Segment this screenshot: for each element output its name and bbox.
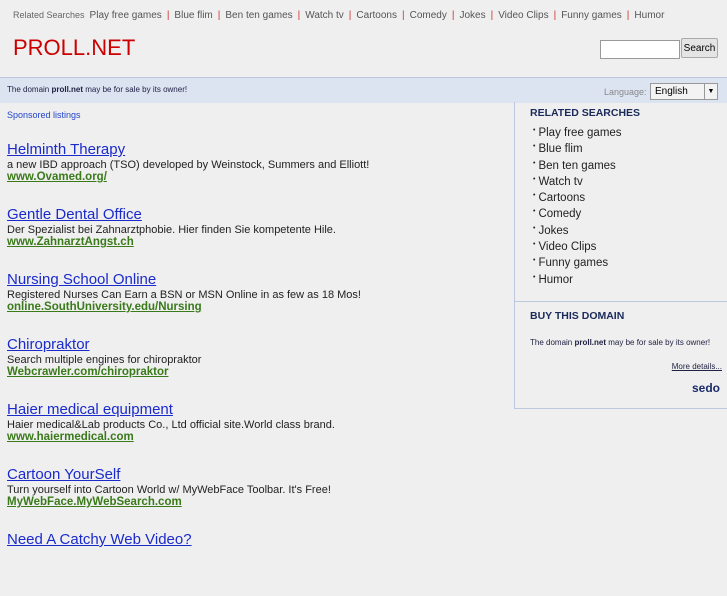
ad-title[interactable]: Helminth Therapy: [7, 141, 369, 158]
separator: |: [451, 10, 455, 21]
ad-url[interactable]: www.haiermedical.com: [7, 431, 369, 443]
related-link[interactable]: Play free games: [533, 127, 621, 143]
ad-item: Cartoon YourSelf Turn yourself into Carto…: [7, 466, 369, 531]
sponsored-label[interactable]: Sponsored listings: [7, 110, 81, 120]
sedo-logo[interactable]: sedo: [692, 381, 720, 395]
chevron-down-icon: ▼: [704, 84, 717, 99]
separator: |: [348, 10, 352, 21]
site-logo[interactable]: PROLL.NET: [13, 35, 135, 61]
top-related-nav: Related Searches Play free games | Blue fli…: [13, 10, 664, 21]
separator: |: [166, 10, 170, 21]
ad-title[interactable]: Gentle Dental Office: [7, 206, 369, 223]
ad-url[interactable]: www.Ovamed.org/: [7, 171, 369, 183]
domain-name: proll.net: [574, 338, 607, 347]
ad-title[interactable]: Haier medical equipment: [7, 401, 369, 418]
top-nav-link[interactable]: Comedy: [410, 10, 447, 21]
ad-title[interactable]: Cartoon YourSelf: [7, 466, 369, 483]
ad-item: Nursing School Online Registered Nurses C…: [7, 271, 369, 336]
ad-description: a new IBD approach (TSO) developed by We…: [7, 159, 370, 171]
ad-url[interactable]: www.ZahnarztAngst.ch: [7, 236, 369, 248]
separator: |: [626, 10, 630, 21]
text: The domain: [7, 85, 52, 94]
ad-list: Helminth Therapy a new IBD approach (TSO)…: [7, 141, 369, 596]
related-list: Play free gamesBlue flimBen ten gamesWat…: [533, 127, 622, 290]
related-link[interactable]: Ben ten games: [533, 160, 622, 176]
language-label: Language:: [604, 87, 647, 97]
ad-description: Search multiple engines for chiropraktor: [7, 354, 202, 366]
text: The domain: [530, 338, 575, 347]
ad-title[interactable]: Need A Catchy Web Video?: [7, 531, 369, 548]
related-link[interactable]: Comedy: [533, 208, 622, 224]
language-select[interactable]: English ▼: [650, 83, 718, 100]
related-link[interactable]: Humor: [533, 274, 622, 290]
top-nav-link[interactable]: Watch tv: [305, 10, 344, 21]
separator: |: [553, 10, 557, 21]
ad-description: Haier medical&Lab products Co., Ltd offi…: [7, 419, 335, 431]
domain-name: proll.net: [51, 85, 84, 94]
top-nav-link[interactable]: Jokes: [459, 10, 485, 21]
related-link[interactable]: Watch tv: [533, 176, 622, 192]
separator: |: [217, 10, 221, 21]
ad-title[interactable]: Chiropraktor: [7, 336, 369, 353]
top-nav-link[interactable]: Blue flim: [174, 10, 212, 21]
ad-url[interactable]: MyWebFace.MyWebSearch.com: [7, 496, 369, 508]
search-input[interactable]: [600, 40, 680, 59]
top-nav-link[interactable]: Cartoons: [356, 10, 397, 21]
related-link[interactable]: Video Clips: [533, 241, 622, 257]
top-nav-link[interactable]: Ben ten games: [225, 10, 292, 21]
ad-description: Registered Nurses Can Earn a BSN or MSN …: [7, 289, 361, 301]
ad-url[interactable]: online.SouthUniversity.edu/Nursing: [7, 301, 369, 313]
top-nav-link[interactable]: Humor: [634, 10, 664, 21]
top-nav-link[interactable]: Funny games: [561, 10, 622, 21]
language-value: English: [655, 86, 688, 97]
ad-item: Haier medical equipment Haier medical&Lab…: [7, 401, 369, 466]
ad-item: Chiropraktor Search multiple engines for …: [7, 336, 369, 401]
sale-bar: The domain proll.net may be for sale by …: [0, 77, 727, 103]
separator: |: [297, 10, 301, 21]
sidebar: RELATED SEARCHES Play free gamesBlue fli…: [514, 102, 727, 409]
text: may be for sale by its owner!: [83, 85, 188, 94]
ad-title[interactable]: Nursing School Online: [7, 271, 369, 288]
top-nav-link[interactable]: Video Clips: [498, 10, 548, 21]
separator: |: [490, 10, 494, 21]
ad-item: Gentle Dental Office Der Spezialist bei Z…: [7, 206, 369, 271]
ad-description: Turn yourself into Cartoon World w/ MyWe…: [7, 484, 331, 496]
ad-item: Need A Catchy Web Video?: [7, 531, 369, 596]
more-details-link[interactable]: More details...: [672, 362, 722, 371]
ad-description: Der Spezialist bei Zahnarztphobie. Hier …: [7, 224, 336, 236]
sale-message: The domain proll.net may be for sale by …: [7, 85, 187, 94]
related-title: RELATED SEARCHES: [530, 107, 641, 119]
top-nav-link[interactable]: Play free games: [90, 10, 162, 21]
ad-item: Helminth Therapy a new IBD approach (TSO)…: [7, 141, 369, 206]
related-label: Related Searches: [13, 10, 85, 20]
ad-url[interactable]: Webcrawler.com/chiropraktor: [7, 366, 369, 378]
related-link[interactable]: Jokes: [533, 225, 622, 241]
search-button[interactable]: Search: [681, 38, 718, 58]
related-link[interactable]: Cartoons: [533, 192, 622, 208]
related-link[interactable]: Funny games: [533, 257, 622, 273]
separator: |: [401, 10, 405, 21]
buy-message: The domain proll.net may be for sale by …: [530, 338, 710, 347]
divider: [515, 301, 727, 302]
text: may be for sale by its owner!: [606, 338, 711, 347]
buy-title: BUY THIS DOMAIN: [530, 310, 625, 322]
related-link[interactable]: Blue flim: [533, 143, 622, 159]
